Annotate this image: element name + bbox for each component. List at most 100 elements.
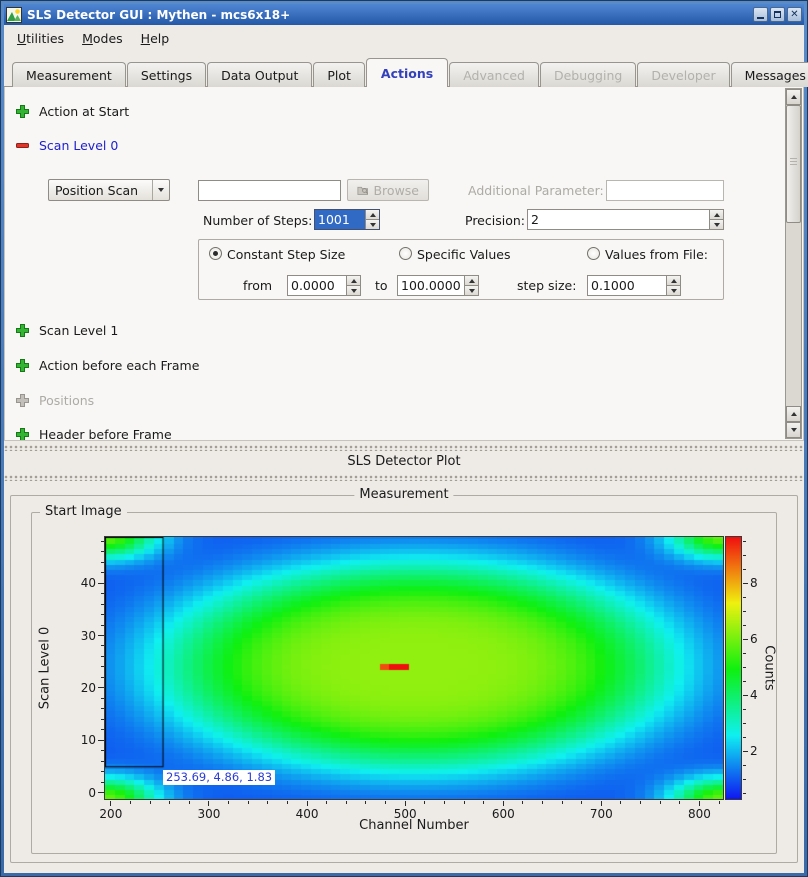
- x-tick-label: 600: [483, 807, 523, 821]
- browse-button-label: Browse: [373, 183, 419, 198]
- spin-down-button[interactable]: [667, 285, 680, 295]
- menu-modes[interactable]: Modes: [73, 27, 132, 50]
- y-major-tick: [98, 792, 104, 793]
- spin-down-button[interactable]: [366, 219, 379, 229]
- browse-button[interactable]: Browse: [347, 179, 429, 201]
- x-minor-tick: [365, 801, 366, 804]
- scroll-up-button-2[interactable]: [786, 406, 801, 422]
- arrow-up-icon: [791, 412, 797, 416]
- y-minor-tick: [101, 698, 104, 699]
- vertical-scrollbar[interactable]: [785, 88, 802, 439]
- number-of-steps-value[interactable]: 1001: [315, 210, 365, 229]
- precision-spinbox[interactable]: 2: [527, 209, 724, 230]
- spin-up-button[interactable]: [465, 276, 478, 285]
- to-value[interactable]: 100.0000: [398, 276, 464, 295]
- from-spinbox[interactable]: 0.0000: [287, 275, 361, 296]
- menubar: UtilitiesModesHelp: [4, 25, 804, 51]
- radio-values-from-file[interactable]: [587, 247, 600, 260]
- step-size-label: step size:: [517, 278, 576, 293]
- colorbar-minor-tick: [743, 793, 746, 794]
- window-title: SLS Detector GUI : Mythen - mcs6x18+: [27, 8, 751, 22]
- step-size-value[interactable]: 0.1000: [588, 276, 666, 295]
- expand-plus-icon[interactable]: [16, 324, 29, 337]
- y-minor-tick: [101, 750, 104, 751]
- colorbar-minor-tick: [743, 723, 746, 724]
- chevron-down-icon: [158, 188, 164, 192]
- x-minor-tick: [287, 801, 288, 804]
- spin-up-button[interactable]: [667, 276, 680, 285]
- tab-messages[interactable]: Messages: [731, 62, 808, 87]
- collapse-minus-icon[interactable]: [16, 139, 29, 152]
- tab-measurement[interactable]: Measurement: [12, 62, 126, 87]
- splitter-handle[interactable]: [4, 475, 804, 481]
- x-minor-tick: [581, 801, 582, 804]
- tab-plot[interactable]: Plot: [313, 62, 365, 87]
- scrollbar-thumb[interactable]: [786, 105, 801, 223]
- tab-actions[interactable]: Actions: [366, 58, 448, 87]
- measurement-group-title: Measurement: [354, 487, 453, 502]
- plot-dock-title: SLS Detector Plot: [4, 454, 804, 469]
- maximize-button[interactable]: [770, 7, 785, 22]
- spin-up-button[interactable]: [710, 210, 723, 219]
- expand-plus-icon[interactable]: [16, 428, 29, 440]
- expand-plus-icon[interactable]: [16, 105, 29, 118]
- x-minor-tick: [679, 801, 680, 804]
- y-major-tick: [98, 635, 104, 636]
- header-before-frame-row[interactable]: Header before Frame: [16, 427, 172, 440]
- colorbar-minor-tick: [743, 653, 746, 654]
- scroll-up-button[interactable]: [786, 89, 801, 105]
- colorbar-minor-tick: [743, 541, 746, 542]
- spin-down-button[interactable]: [710, 219, 723, 229]
- colorbar-minor-tick: [743, 737, 746, 738]
- positions-row[interactable]: Positions: [16, 393, 94, 408]
- colorbar-minor-tick: [743, 779, 746, 780]
- dock-header-zone: SLS Detector Plot: [4, 441, 804, 485]
- precision-value[interactable]: 2: [528, 210, 709, 229]
- arrow-down-icon: [714, 223, 720, 227]
- number-of-steps-spinbox[interactable]: 1001: [314, 209, 380, 230]
- spin-up-button[interactable]: [366, 210, 379, 219]
- radio-specific-values[interactable]: [399, 247, 412, 260]
- scroll-down-button[interactable]: [786, 422, 801, 438]
- spin-up-button[interactable]: [347, 276, 360, 285]
- scan-level-0-row[interactable]: Scan Level 0: [16, 138, 118, 153]
- titlebar[interactable]: SLS Detector GUI : Mythen - mcs6x18+ ✕: [4, 4, 804, 25]
- specific-values-label: Specific Values: [417, 247, 510, 262]
- x-minor-tick: [267, 801, 268, 804]
- close-button[interactable]: ✕: [787, 7, 802, 22]
- from-value[interactable]: 0.0000: [288, 276, 346, 295]
- y-minor-tick: [101, 572, 104, 573]
- spin-down-button[interactable]: [465, 285, 478, 295]
- spinner-buttons: [365, 210, 379, 229]
- y-minor-tick: [101, 677, 104, 678]
- x-minor-tick: [150, 801, 151, 804]
- scan-level-1-row[interactable]: Scan Level 1: [16, 323, 118, 338]
- tab-developer: Developer: [637, 62, 729, 87]
- combo-dropdown-button[interactable]: [152, 180, 169, 200]
- y-minor-tick: [101, 645, 104, 646]
- tab-settings[interactable]: Settings: [127, 62, 206, 87]
- scan-mode-combobox[interactable]: Position Scan: [48, 179, 170, 201]
- radio-constant-step-size[interactable]: [209, 247, 222, 260]
- colorbar-minor-tick: [743, 611, 746, 612]
- action-before-frame-row[interactable]: Action before each Frame: [16, 358, 199, 373]
- x-minor-tick: [424, 801, 425, 804]
- minimize-button[interactable]: [753, 7, 768, 22]
- action-at-start-row[interactable]: Action at Start: [16, 104, 129, 119]
- menu-help[interactable]: Help: [132, 27, 179, 50]
- to-spinbox[interactable]: 100.0000: [397, 275, 479, 296]
- x-minor-tick: [562, 801, 563, 804]
- colorbar-tick-label: 6: [750, 632, 770, 646]
- splitter-handle[interactable]: [4, 445, 804, 451]
- heatmap-plot[interactable]: [105, 537, 723, 799]
- start-image-groupbox: Start Image Scan Level 0 Channel Number …: [31, 512, 777, 854]
- step-size-spinbox[interactable]: 0.1000: [587, 275, 681, 296]
- x-major-tick: [307, 801, 308, 806]
- menu-utilities[interactable]: Utilities: [8, 27, 73, 50]
- arrow-up-icon: [671, 279, 677, 283]
- expand-plus-icon[interactable]: [16, 359, 29, 372]
- tab-data-output[interactable]: Data Output: [207, 62, 312, 87]
- spin-down-button[interactable]: [347, 285, 360, 295]
- scan-script-input[interactable]: [198, 180, 341, 201]
- additional-parameter-input[interactable]: [606, 180, 724, 201]
